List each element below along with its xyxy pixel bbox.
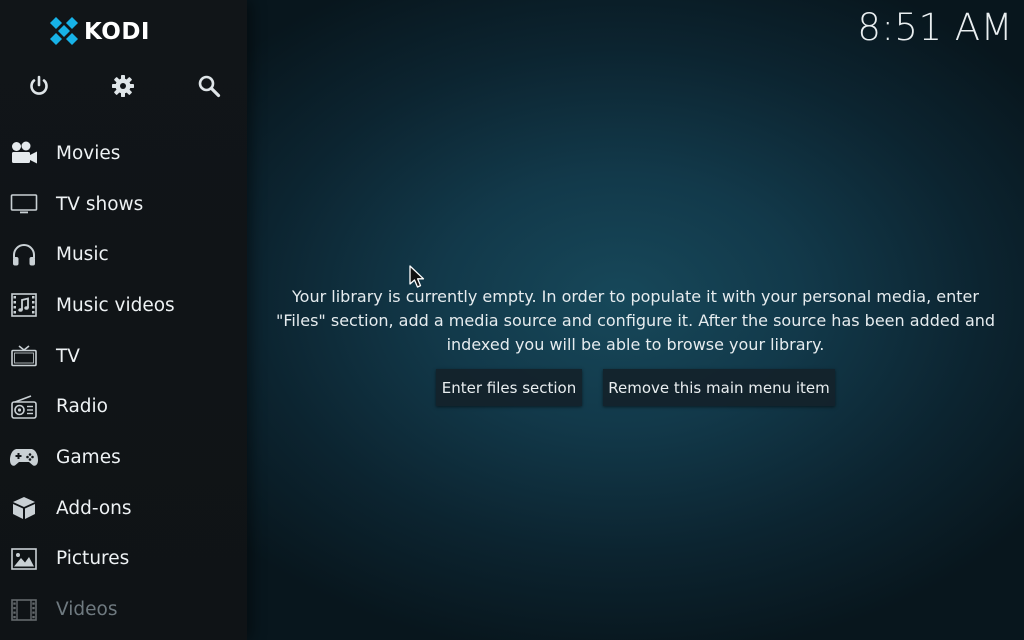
empty-library-message: Your library is currently empty. In orde… — [247, 285, 1024, 357]
menu-item-games[interactable]: Games — [0, 432, 247, 483]
addons-box-icon — [9, 495, 39, 521]
settings-button[interactable] — [101, 64, 145, 108]
kodi-logo-text: KODI — [84, 19, 150, 45]
message-line: indexed you will be able to browse your … — [446, 335, 825, 354]
menu-item-label: TV shows — [56, 193, 144, 215]
top-icon-bar — [0, 64, 247, 108]
menu-item-label: Games — [56, 446, 121, 468]
menu-item-music[interactable]: Music — [0, 229, 247, 280]
menu-item-label: Videos — [56, 599, 118, 621]
menu-item-videos[interactable]: Videos — [0, 584, 247, 635]
videos-film-icon — [9, 597, 39, 623]
kodi-logo[interactable]: KODI — [50, 14, 150, 50]
tv-icon — [9, 343, 39, 369]
menu-item-label: TV — [56, 345, 80, 367]
main-menu: Movies TV shows Music Music videos TV Ra… — [0, 128, 247, 635]
clock: 8:51 AM — [857, 6, 1013, 49]
remove-main-menu-item-button[interactable]: Remove this main menu item — [603, 369, 835, 406]
menu-item-music-videos[interactable]: Music videos — [0, 280, 247, 331]
menu-item-label: Music videos — [56, 294, 175, 316]
tv-shows-icon — [9, 191, 39, 217]
menu-item-movies[interactable]: Movies — [0, 128, 247, 179]
menu-item-label: Radio — [56, 396, 108, 418]
menu-item-label: Movies — [56, 142, 121, 164]
menu-item-label: Pictures — [56, 548, 130, 570]
menu-item-pictures[interactable]: Pictures — [0, 534, 247, 585]
movies-icon — [9, 140, 39, 166]
radio-icon — [9, 394, 39, 420]
search-button[interactable] — [187, 64, 231, 108]
gamepad-icon — [9, 444, 39, 470]
search-icon — [198, 75, 221, 98]
headphones-icon — [9, 242, 39, 268]
music-videos-icon — [9, 292, 39, 318]
menu-item-addons[interactable]: Add-ons — [0, 483, 247, 534]
menu-item-tv-shows[interactable]: TV shows — [0, 179, 247, 230]
enter-files-section-button[interactable]: Enter files section — [436, 369, 582, 406]
menu-item-tv[interactable]: TV — [0, 331, 247, 382]
action-buttons: Enter files section Remove this main men… — [436, 369, 835, 406]
mouse-pointer-icon — [409, 265, 425, 288]
power-button[interactable] — [17, 64, 61, 108]
message-line: "Files" section, add a media source and … — [275, 311, 996, 330]
gear-icon — [112, 75, 134, 97]
pictures-icon — [9, 546, 39, 572]
menu-item-radio[interactable]: Radio — [0, 381, 247, 432]
menu-item-label: Add-ons — [56, 497, 132, 519]
sidebar: KODI Movies TV shows Music Music videos … — [0, 0, 247, 640]
kodi-app: KODI Movies TV shows Music Music videos … — [0, 0, 1024, 640]
power-icon — [30, 75, 48, 95]
kodi-logo-icon — [50, 17, 78, 45]
message-line: Your library is currently empty. In orde… — [292, 287, 979, 306]
menu-item-label: Music — [56, 244, 109, 266]
